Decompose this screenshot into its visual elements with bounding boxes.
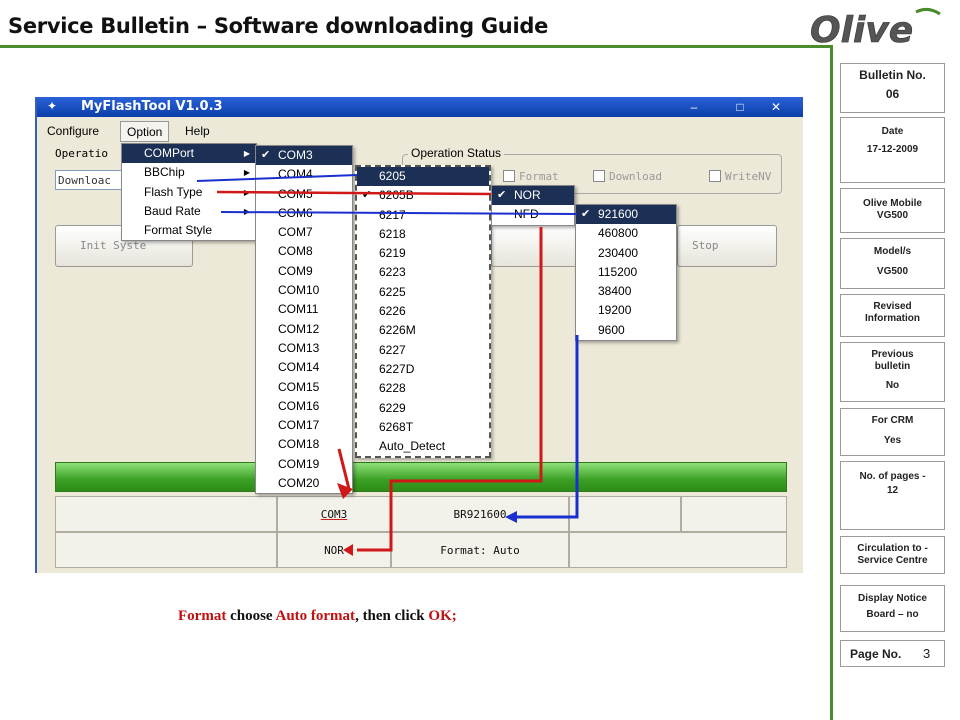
bulletin-label: Bulletin No. (859, 68, 926, 82)
model-value: VG500 (876, 266, 909, 277)
revised-line2: Information (865, 313, 920, 324)
flash-pointer-line (216, 190, 492, 196)
circulation-line1: Circulation to - (857, 543, 928, 554)
product-line1: Olive Mobile (863, 198, 922, 209)
crm-box: For CRM Yes (840, 408, 945, 456)
caption-word-format: Format (178, 608, 227, 624)
notice-line2: Board – no (866, 609, 919, 620)
product-line2: VG500 (876, 210, 909, 221)
revised-box: Revised Information (840, 294, 945, 337)
revised-line1: Revised (873, 301, 912, 312)
caption-word-choose: choose (226, 608, 276, 624)
page-number-value: 3 (923, 646, 931, 661)
olive-logo: Olive (810, 7, 941, 50)
circulation-box: Circulation to - Service Centre (840, 536, 945, 574)
model-box: Model/s VG500 (840, 238, 945, 289)
previous-bulletin-box: Previous bulletin No (840, 342, 945, 402)
caption-word-ok: OK; (428, 608, 457, 624)
page-number-box: Page No. 3 (840, 640, 945, 667)
instruction-caption: Format choose Auto format, then click OK… (178, 608, 457, 625)
com-status-arrow (337, 448, 351, 490)
date-box: Date 17-12-2009 (840, 117, 945, 183)
notice-box: Display Notice Board – no (840, 585, 945, 632)
app-screenshot: ✦ MyFlashTool V1.0.3 – □ ✕ Configure Opt… (35, 97, 803, 573)
crm-value: Yes (883, 435, 902, 446)
previous-line2: bulletin (874, 361, 911, 372)
baud-arrow-head (505, 511, 517, 523)
annotation-arrows (196, 174, 579, 556)
model-label: Model/s (873, 246, 912, 257)
page-title: Service Bulletin – Software downloading … (8, 14, 549, 38)
crm-label: For CRM (871, 415, 914, 426)
date-value: 17-12-2009 (866, 144, 919, 155)
date-label: Date (881, 126, 904, 137)
page-number-label: Page No. (850, 647, 902, 661)
baud-status-arrow (513, 335, 579, 519)
pages-box: No. of pages - 12 (840, 461, 945, 530)
bulletin-value: 06 (885, 87, 900, 101)
pages-line1: No. of pages - (859, 471, 926, 482)
side-divider (830, 45, 833, 720)
bbchip-pointer-line (196, 174, 358, 182)
flash-arrow-head (343, 544, 353, 556)
caption-word-auto: Auto format (275, 608, 356, 624)
previous-line1: Previous (871, 349, 914, 360)
com-arrow-head (337, 483, 353, 499)
title-divider (0, 45, 833, 48)
circulation-line2: Service Centre (857, 555, 928, 566)
previous-value: No (885, 380, 900, 391)
baud-pointer-line (220, 211, 578, 215)
pages-line2: 12 (886, 485, 899, 496)
notice-line1: Display Notice (858, 593, 927, 604)
bulletin-number-box: Bulletin No. 06 (840, 63, 945, 113)
flash-status-arrow (357, 227, 543, 552)
logo-text: Olive (810, 10, 913, 50)
product-box: Olive Mobile VG500 (840, 188, 945, 233)
caption-word-then: , then click (355, 608, 429, 624)
